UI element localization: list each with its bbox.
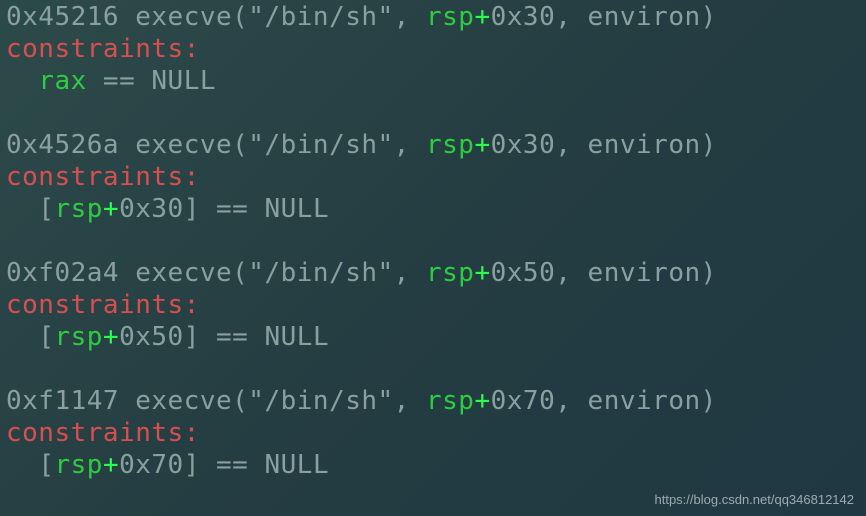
bracket-open: [ <box>38 450 54 480</box>
register-rsp: rsp <box>54 450 102 480</box>
execve-call-suffix: , environ) <box>555 2 717 32</box>
blank-line <box>6 226 860 258</box>
execve-call-suffix: , environ) <box>555 130 717 160</box>
plus-icon: + <box>474 258 490 288</box>
indent <box>6 450 38 480</box>
execve-call-prefix: execve("/bin/sh", <box>119 2 426 32</box>
constraints-label: constraints: <box>6 290 860 322</box>
constraint-line: [rsp+0x70] == NULL <box>6 450 860 482</box>
constraints-text: constraints: <box>6 290 200 320</box>
register-rsp: rsp <box>54 194 102 224</box>
plus-icon: + <box>103 450 119 480</box>
constraint-line: rax == NULL <box>6 66 860 98</box>
eq-null: == NULL <box>200 322 329 352</box>
execve-call-prefix: execve("/bin/sh", <box>119 130 426 160</box>
register-rsp: rsp <box>426 130 474 160</box>
offset-hex: 0x30 <box>491 2 556 32</box>
offset-hex: 0x70 <box>491 386 556 416</box>
register-rsp: rsp <box>54 322 102 352</box>
plus-icon: + <box>103 194 119 224</box>
gadget-addr: 0xf02a4 <box>6 258 119 288</box>
register-rsp: rsp <box>426 258 474 288</box>
plus-icon: + <box>474 2 490 32</box>
constraints-text: constraints: <box>6 162 200 192</box>
execve-call-prefix: execve("/bin/sh", <box>119 258 426 288</box>
indent <box>6 66 38 96</box>
watermark-text: https://blog.csdn.net/qq346812142 <box>655 492 855 508</box>
register-rax: rax <box>38 66 86 96</box>
gadget-addr: 0x4526a <box>6 130 119 160</box>
eq-null: == NULL <box>87 66 216 96</box>
execve-call-prefix: execve("/bin/sh", <box>119 386 426 416</box>
gadget-addr: 0x45216 <box>6 2 119 32</box>
constraint-line: [rsp+0x50] == NULL <box>6 322 860 354</box>
constraints-label: constraints: <box>6 162 860 194</box>
blank-line <box>6 354 860 386</box>
bracket-open: [ <box>38 194 54 224</box>
offset-hex: 0x30 <box>119 194 184 224</box>
constraints-text: constraints: <box>6 34 200 64</box>
gadget-line: 0xf02a4 execve("/bin/sh", rsp+0x50, envi… <box>6 258 860 290</box>
execve-call-suffix: , environ) <box>555 386 717 416</box>
register-rsp: rsp <box>426 2 474 32</box>
gadget-line: 0x45216 execve("/bin/sh", rsp+0x30, envi… <box>6 2 860 34</box>
eq-null: == NULL <box>200 194 329 224</box>
execve-call-suffix: , environ) <box>555 258 717 288</box>
plus-icon: + <box>103 322 119 352</box>
constraints-label: constraints: <box>6 34 860 66</box>
gadget-addr: 0xf1147 <box>6 386 119 416</box>
offset-hex: 0x30 <box>491 130 556 160</box>
bracket-close: ] <box>184 322 200 352</box>
eq-null: == NULL <box>200 450 329 480</box>
indent <box>6 194 38 224</box>
register-rsp: rsp <box>426 386 474 416</box>
bracket-close: ] <box>184 194 200 224</box>
indent <box>6 322 38 352</box>
bracket-open: [ <box>38 322 54 352</box>
plus-icon: + <box>474 130 490 160</box>
offset-hex: 0x70 <box>119 450 184 480</box>
constraints-text: constraints: <box>6 418 200 448</box>
offset-hex: 0x50 <box>119 322 184 352</box>
plus-icon: + <box>474 386 490 416</box>
blank-line <box>6 98 860 130</box>
bracket-close: ] <box>184 450 200 480</box>
constraint-line: [rsp+0x30] == NULL <box>6 194 860 226</box>
gadget-line: 0xf1147 execve("/bin/sh", rsp+0x70, envi… <box>6 386 860 418</box>
gadget-line: 0x4526a execve("/bin/sh", rsp+0x30, envi… <box>6 130 860 162</box>
constraints-label: constraints: <box>6 418 860 450</box>
offset-hex: 0x50 <box>491 258 556 288</box>
terminal-output: 0x45216 execve("/bin/sh", rsp+0x30, envi… <box>0 0 866 482</box>
